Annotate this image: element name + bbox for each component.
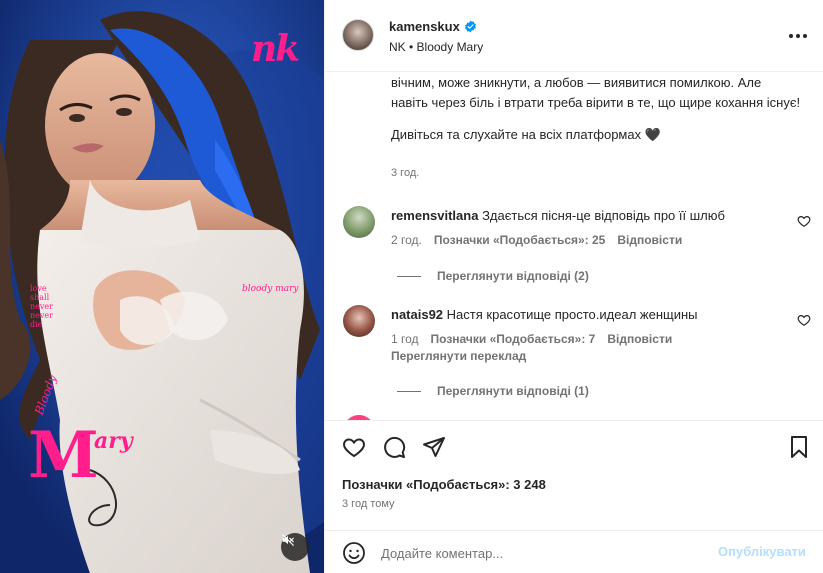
send-icon[interactable] — [422, 435, 446, 459]
add-comment-bar: Опублікувати — [325, 530, 823, 573]
replies-divider — [397, 390, 421, 392]
publish-button[interactable]: Опублікувати — [718, 544, 806, 559]
comment-likes[interactable]: Позначки «Подобається»: 25 — [434, 233, 605, 247]
view-replies-label: Переглянути відповіді (1) — [437, 384, 589, 398]
likes-count[interactable]: Позначки «Подобається»: 3 248 — [342, 477, 546, 492]
heart-icon[interactable] — [797, 214, 811, 228]
comment-username[interactable]: remensvitlana — [391, 208, 478, 223]
caption-follow-text: Дивіться та слухайте на всіх платформах … — [391, 127, 661, 142]
heart-icon[interactable] — [797, 313, 811, 327]
post-caption: вічним, може зникнути, а любов — виявити… — [391, 73, 801, 145]
replies-divider — [397, 275, 421, 277]
comment-text: Здається пісня-це відповідь про її шлюб — [482, 208, 725, 223]
comments-section[interactable]: вічним, може зникнути, а любов — виявити… — [325, 73, 823, 420]
avatar[interactable] — [343, 305, 375, 337]
comment-text: Настя красотище просто.идеал женщины — [446, 307, 698, 322]
poster-text-mary-rest: ary — [94, 428, 133, 454]
post-actions: Позначки «Подобається»: 3 248 3 год тому — [325, 420, 823, 530]
caption-time: 3 год. — [391, 167, 420, 179]
comment-time[interactable]: 2 год. — [391, 233, 422, 247]
comment-likes[interactable]: Позначки «Подобається»: 7 — [431, 332, 596, 346]
view-replies-button[interactable]: Переглянути відповіді (1) — [397, 384, 589, 398]
heart-icon[interactable] — [342, 435, 366, 459]
reply-button[interactable]: Відповісти — [607, 332, 672, 346]
username-link[interactable]: kamenskux — [389, 19, 460, 34]
post-panel: kamenskux NK • Bloody Mary вічним, може … — [324, 0, 823, 573]
brand-logo: nk — [251, 28, 300, 70]
reply-button[interactable]: Відповісти — [617, 233, 682, 247]
post-time[interactable]: 3 год тому — [342, 498, 395, 510]
view-replies-button[interactable]: Переглянути відповіді (2) — [397, 269, 589, 283]
avatar[interactable] — [343, 206, 375, 238]
bookmark-icon[interactable] — [787, 435, 811, 459]
poster-text-love: love shall never never die — [30, 284, 53, 329]
verified-badge-icon — [464, 20, 477, 33]
speaker-muted-icon — [282, 534, 294, 546]
mute-button[interactable] — [281, 533, 309, 561]
poster-text-bloody-small: bloody mary — [242, 284, 299, 294]
emoji-icon[interactable] — [342, 541, 366, 565]
caption-text: вічним, може зникнути, а любов — виявити… — [391, 75, 801, 110]
see-translation-button[interactable]: Переглянути переклад — [391, 349, 526, 363]
comment-input[interactable] — [381, 541, 701, 565]
more-options-button[interactable] — [786, 24, 810, 48]
audio-subtitle[interactable]: NK • Bloody Mary — [389, 40, 483, 54]
post-header: kamenskux NK • Bloody Mary — [325, 0, 823, 72]
comment-time[interactable]: 1 год — [391, 332, 419, 346]
comment-icon[interactable] — [382, 435, 406, 459]
avatar[interactable] — [342, 19, 374, 51]
more-horizontal-icon — [789, 34, 807, 38]
post-media[interactable]: nk love shall never never die bloody mar… — [0, 0, 324, 573]
comment-username[interactable]: natais92 — [391, 307, 443, 322]
view-replies-label: Переглянути відповіді (2) — [437, 269, 589, 283]
poster-text-mary-initial: M — [28, 418, 99, 493]
